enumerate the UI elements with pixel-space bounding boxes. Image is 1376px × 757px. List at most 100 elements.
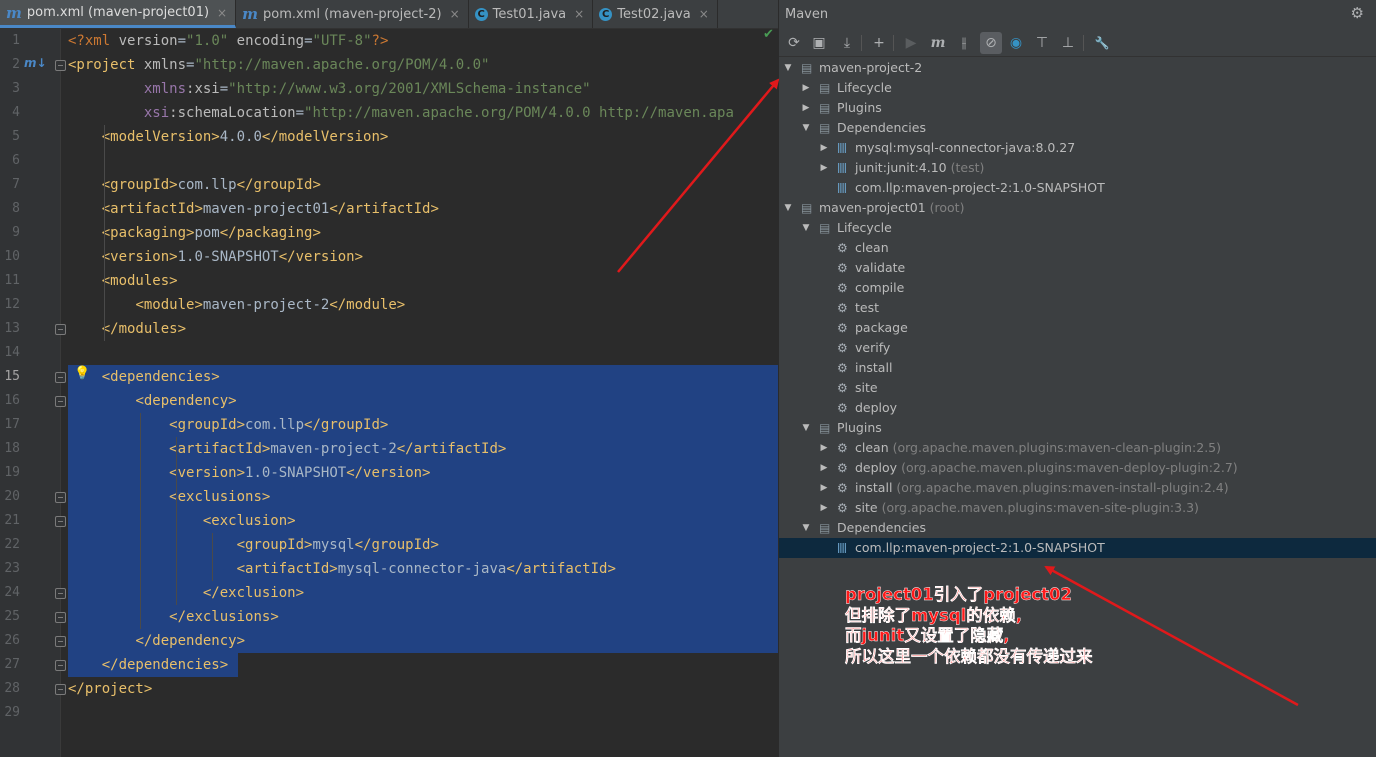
expand-arrow-right-icon[interactable]: ▶: [819, 158, 829, 178]
collapse-all-icon[interactable]: ⊥: [1057, 32, 1079, 54]
fold-marker-icon[interactable]: [55, 612, 66, 623]
expand-arrow-down-icon[interactable]: ▼: [801, 218, 811, 238]
editor-tab[interactable]: m pom.xml (maven-project01) ×: [0, 0, 237, 28]
expand-all-icon[interactable]: ⊤: [1031, 32, 1053, 54]
maven-tree-node[interactable]: ǀǀǀǀ com.llp:maven-project-2:1.0-SNAPSHOT: [779, 538, 1376, 558]
maven-tree-node[interactable]: ▶ ⚙ site (org.apache.maven.plugins:maven-s…: [779, 498, 1376, 518]
editor-tab[interactable]: m pom.xml (maven-project-2) ×: [236, 0, 469, 28]
add-project-icon[interactable]: +: [868, 32, 890, 54]
maven-overrides-gutter-icon[interactable]: m↓: [24, 56, 47, 70]
expand-arrow-down-icon[interactable]: ▼: [801, 118, 811, 138]
code-line[interactable]: 12 <module>maven-project-2</module>: [0, 293, 778, 317]
close-icon[interactable]: ×: [699, 7, 709, 21]
code-line[interactable]: 16 <dependency>: [0, 389, 778, 413]
code-line[interactable]: 29: [0, 701, 778, 725]
maven-tree-node[interactable]: ⚙ site: [779, 378, 1376, 398]
fold-marker-icon[interactable]: [55, 372, 66, 383]
code-line[interactable]: 24 </exclusion>: [0, 581, 778, 605]
show-dependencies-icon[interactable]: ◉: [1005, 32, 1027, 54]
skip-tests-icon[interactable]: ⊘: [980, 32, 1002, 54]
maven-tree-node[interactable]: ⚙ package: [779, 318, 1376, 338]
reload-all-icon[interactable]: ⟳: [783, 32, 805, 54]
code-line[interactable]: 13 </modules>: [0, 317, 778, 341]
expand-arrow-right-icon[interactable]: ▶: [819, 438, 829, 458]
editor-tab[interactable]: C Test01.java ×: [469, 0, 594, 28]
code-line[interactable]: 19 <version>1.0-SNAPSHOT</version>: [0, 461, 778, 485]
code-line[interactable]: 28 </project>: [0, 677, 778, 701]
fold-marker-icon[interactable]: [55, 396, 66, 407]
code-line[interactable]: 25 </exclusions>: [0, 605, 778, 629]
expand-arrow-right-icon[interactable]: ▶: [819, 478, 829, 498]
maven-tree-node[interactable]: ⚙ compile: [779, 278, 1376, 298]
fold-marker-icon[interactable]: [55, 636, 66, 647]
maven-tree-node[interactable]: ▶ ǀǀǀǀ mysql:mysql-connector-java:8.0.27: [779, 138, 1376, 158]
maven-tree-node[interactable]: ▼ ▤ maven-project01 (root): [779, 198, 1376, 218]
fold-marker-icon[interactable]: [55, 660, 66, 671]
code-line[interactable]: 5 <modelVersion>4.0.0</modelVersion>: [0, 125, 778, 149]
maven-tree-node[interactable]: ▶ ▤ Lifecycle: [779, 78, 1376, 98]
code-editor[interactable]: ✔ 1 <?xml version="1.0" encoding="UTF-8"?…: [0, 29, 778, 757]
code-line[interactable]: 22 <groupId>mysql</groupId>: [0, 533, 778, 557]
expand-arrow-right-icon[interactable]: ▶: [801, 98, 811, 118]
close-icon[interactable]: ×: [217, 6, 227, 20]
code-line[interactable]: 11 <modules>: [0, 269, 778, 293]
expand-arrow-down-icon[interactable]: ▼: [783, 198, 793, 218]
maven-tree-node[interactable]: ⚙ deploy: [779, 398, 1376, 418]
maven-tree-node[interactable]: ▶ ⚙ deploy (org.apache.maven.plugins:maven…: [779, 458, 1376, 478]
maven-tree-node[interactable]: ⚙ test: [779, 298, 1376, 318]
fold-marker-icon[interactable]: [55, 588, 66, 599]
code-line[interactable]: 23 <artifactId>mysql-connector-java</art…: [0, 557, 778, 581]
maven-tree-node[interactable]: ▼ ▤ Dependencies: [779, 518, 1376, 538]
code-line[interactable]: 1 <?xml version="1.0" encoding="UTF-8"?>: [0, 29, 778, 53]
fold-marker-icon[interactable]: [55, 516, 66, 527]
code-line[interactable]: 27 </dependencies>: [0, 653, 778, 677]
code-line[interactable]: 4 xsi:schemaLocation="http://maven.apach…: [0, 101, 778, 125]
maven-tree-node[interactable]: ǀǀǀǀ com.llp:maven-project-2:1.0-SNAPSHOT: [779, 178, 1376, 198]
editor-tab[interactable]: C Test02.java ×: [593, 0, 718, 28]
reimport-folder-icon[interactable]: ▣: [808, 32, 830, 54]
maven-tree-node[interactable]: ⚙ install: [779, 358, 1376, 378]
maven-tree-node[interactable]: ▶ ⚙ install (org.apache.maven.plugins:mave…: [779, 478, 1376, 498]
maven-tree-node[interactable]: ⚙ verify: [779, 338, 1376, 358]
close-icon[interactable]: ×: [450, 7, 460, 21]
maven-tree-node[interactable]: ▶ ǀǀǀǀ junit:junit:4.10 (test): [779, 158, 1376, 178]
fold-marker-icon[interactable]: [55, 684, 66, 695]
settings-wrench-icon[interactable]: 🔧: [1091, 32, 1113, 54]
maven-tree-node[interactable]: ▶ ▤ Plugins: [779, 98, 1376, 118]
fold-marker-icon[interactable]: [55, 324, 66, 335]
close-icon[interactable]: ×: [574, 7, 584, 21]
maven-tree-node[interactable]: ▶ ⚙ clean (org.apache.maven.plugins:maven-…: [779, 438, 1376, 458]
maven-tree-node[interactable]: ▼ ▤ maven-project-2: [779, 58, 1376, 78]
fold-marker-icon[interactable]: [55, 492, 66, 503]
expand-arrow-right-icon[interactable]: ▶: [801, 78, 811, 98]
code-line[interactable]: 6: [0, 149, 778, 173]
intention-bulb-icon[interactable]: 💡: [74, 366, 90, 381]
maven-tree-node[interactable]: ▼ ▤ Plugins: [779, 418, 1376, 438]
code-line[interactable]: 20 <exclusions>: [0, 485, 778, 509]
maven-tree-node[interactable]: ▼ ▤ Dependencies: [779, 118, 1376, 138]
expand-arrow-right-icon[interactable]: ▶: [819, 498, 829, 518]
maven-tree-node[interactable]: ⚙ clean: [779, 238, 1376, 258]
code-line[interactable]: 9 <packaging>pom</packaging>: [0, 221, 778, 245]
code-line[interactable]: 21 <exclusion>: [0, 509, 778, 533]
toggle-offline-icon[interactable]: ⫲: [953, 32, 975, 54]
code-line[interactable]: 17 <groupId>com.llp</groupId>: [0, 413, 778, 437]
expand-arrow-right-icon[interactable]: ▶: [819, 458, 829, 478]
code-line[interactable]: 14: [0, 341, 778, 365]
expand-arrow-down-icon[interactable]: ▼: [801, 518, 811, 538]
maven-tree-node[interactable]: ▼ ▤ Lifecycle: [779, 218, 1376, 238]
download-sources-icon[interactable]: ⤓: [836, 32, 858, 54]
code-line[interactable]: 15 <dependencies>: [0, 365, 778, 389]
expand-arrow-down-icon[interactable]: ▼: [783, 58, 793, 78]
code-line[interactable]: 7 <groupId>com.llp</groupId>: [0, 173, 778, 197]
code-line[interactable]: 26 </dependency>: [0, 629, 778, 653]
code-line[interactable]: 8 <artifactId>maven-project01</artifactI…: [0, 197, 778, 221]
run-icon[interactable]: ▶: [900, 32, 922, 54]
code-line[interactable]: 2 <project xmlns="http://maven.apache.org…: [0, 53, 778, 77]
fold-marker-icon[interactable]: [55, 60, 66, 71]
code-line[interactable]: 18 <artifactId>maven-project-2</artifact…: [0, 437, 778, 461]
code-line[interactable]: 3 xmlns:xsi="http://www.w3.org/2001/XMLS…: [0, 77, 778, 101]
maven-tree-node[interactable]: ⚙ validate: [779, 258, 1376, 278]
expand-arrow-right-icon[interactable]: ▶: [819, 138, 829, 158]
execute-goal-icon[interactable]: m: [927, 32, 949, 54]
